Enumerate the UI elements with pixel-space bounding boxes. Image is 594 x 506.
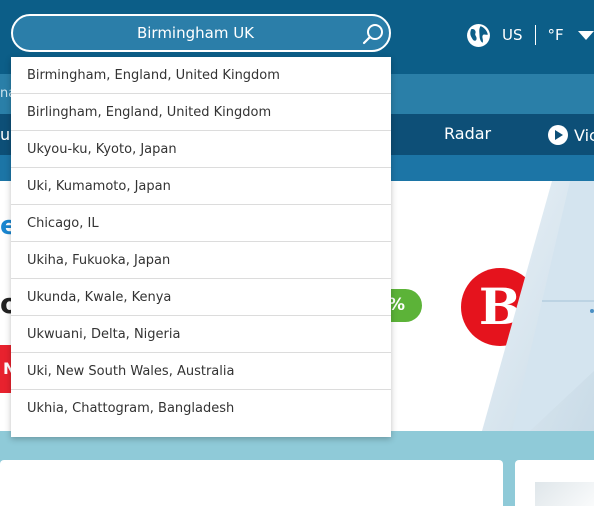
location-search-box <box>11 14 391 52</box>
suggestion-item[interactable]: Chicago, IL <box>11 205 391 242</box>
unit-selector[interactable]: US °F <box>466 22 594 48</box>
suggestion-item[interactable]: Ukyou-ku, Kyoto, Japan <box>11 131 391 168</box>
unit-temperature: °F <box>547 26 564 44</box>
search-icon[interactable] <box>362 23 384 45</box>
suggestion-item[interactable]: Birmingham, England, United Kingdom <box>11 57 391 94</box>
content-card-2 <box>515 460 594 506</box>
suggestion-item[interactable]: Birlingham, England, United Kingdom <box>11 94 391 131</box>
nav-item-partial[interactable]: u <box>0 125 10 144</box>
nav-item-radar[interactable]: Radar <box>444 124 491 143</box>
suggestion-item[interactable]: Ukwuani, Delta, Nigeria <box>11 316 391 353</box>
search-suggestions: Birmingham, England, United Kingdom Birl… <box>11 57 391 437</box>
unit-divider <box>534 25 536 45</box>
chevron-down-icon[interactable] <box>577 30 594 40</box>
unit-country: US <box>502 26 523 44</box>
card-thumbnail <box>535 482 594 506</box>
suggestion-item[interactable]: Uki, Kumamoto, Japan <box>11 168 391 205</box>
globe-icon <box>467 23 490 47</box>
location-search-input[interactable] <box>33 19 358 47</box>
suggestion-item[interactable]: Ukunda, Kwale, Kenya <box>11 279 391 316</box>
content-card-1 <box>0 460 503 506</box>
laptop-image <box>482 181 594 431</box>
play-icon <box>548 125 568 145</box>
suggestion-item[interactable]: Ukhia, Chattogram, Bangladesh <box>11 390 391 427</box>
suggestion-item[interactable]: Ukiha, Fukuoka, Japan <box>11 242 391 279</box>
nav-item-video-label: Vic <box>574 125 594 145</box>
nav-item-video[interactable]: Vic <box>548 124 594 146</box>
suggestion-item[interactable]: Uki, New South Wales, Australia <box>11 353 391 390</box>
